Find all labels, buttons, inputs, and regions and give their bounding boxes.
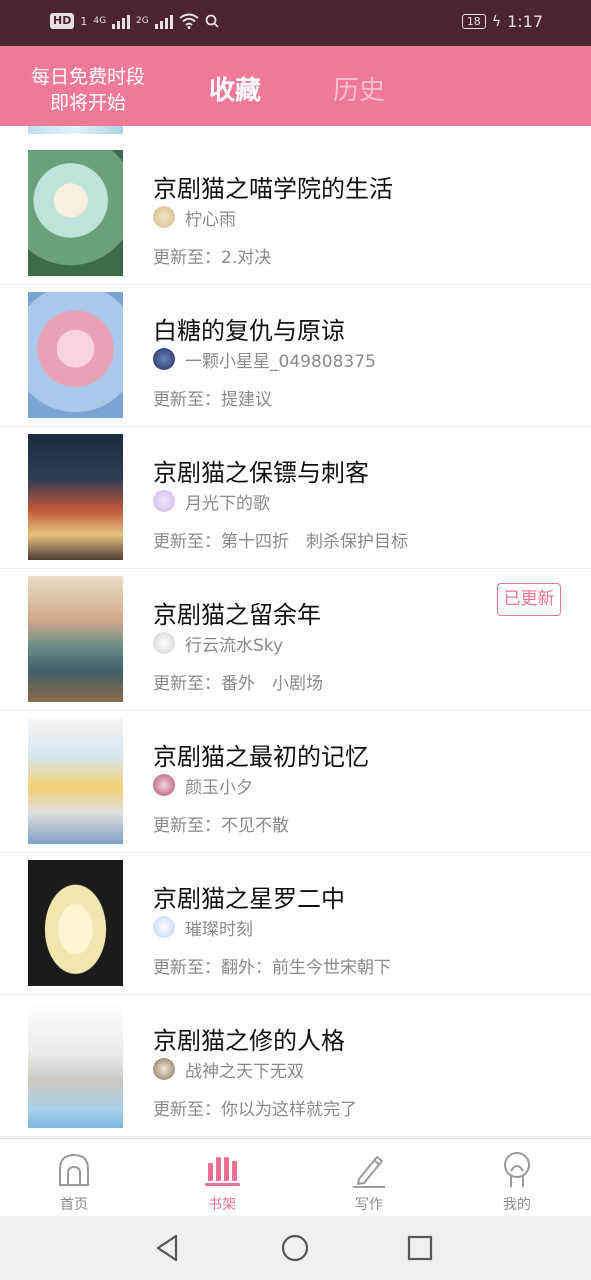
avatar (153, 916, 175, 938)
avatar (153, 774, 175, 796)
net2-label: 2G (136, 16, 149, 26)
search-icon (205, 14, 219, 28)
list-item[interactable]: 京剧猫之星罗二中 璀璨时刻 更新至：翻外：前生今世宋朝下 (0, 852, 591, 995)
avatar (153, 632, 175, 654)
cover-image (28, 126, 123, 134)
wifi-icon (179, 13, 199, 29)
avatar (153, 1058, 175, 1080)
pencil-icon (353, 1156, 385, 1188)
net1-label: 4G (93, 16, 107, 26)
promo-line2: 即将开始 (49, 92, 126, 114)
nav-write[interactable]: 写作 (319, 1139, 419, 1217)
list-item[interactable]: 京剧猫之留余年 行云流水Sky 更新至：番外 小剧场 已更新 (0, 568, 591, 711)
recents-icon[interactable] (404, 1232, 436, 1264)
item-update: 更新至：第十四折 刺杀保护目标 (153, 532, 408, 552)
list-item[interactable]: 京剧猫之修的人格 战神之天下无双 更新至：你以为这样就完了 (0, 994, 591, 1137)
signal-icon (112, 14, 131, 29)
cover-image (28, 1002, 123, 1128)
item-author: 月光下的歌 (153, 489, 270, 514)
nav-bookshelf[interactable]: 书架 (172, 1139, 272, 1217)
item-author: 战神之天下无双 (153, 1057, 304, 1082)
author-name: 行云流水Sky (185, 635, 284, 656)
avatar (153, 348, 175, 370)
item-update: 更新至：提建议 (153, 390, 272, 410)
item-update: 更新至：你以为这样就完了 (153, 1100, 357, 1120)
item-title: 京剧猫之保镖与刺客 (153, 459, 369, 487)
item-author: 璀璨时刻 (153, 915, 253, 940)
item-title: 白糖的复仇与原谅 (153, 317, 345, 345)
signal-icon (154, 14, 173, 29)
item-title: 京剧猫之留余年 (153, 601, 321, 629)
item-author: 柠心雨 (153, 205, 236, 230)
charging-icon: ϟ (491, 13, 502, 30)
profile-icon (504, 1152, 530, 1187)
updated-badge: 已更新 (497, 583, 561, 616)
list-item[interactable]: 京剧猫之喵学院的生活 柠心雨 更新至：2.对决 (0, 142, 591, 285)
promo-line1: 每日免费时段 (30, 66, 145, 88)
author-name: 柠心雨 (185, 209, 236, 230)
home-circle-icon[interactable] (279, 1232, 311, 1264)
author-name: 月光下的歌 (185, 493, 270, 514)
list-item[interactable]: 白糖的复仇与原谅 一颗小星星_049808375 更新至：提建议 (0, 284, 591, 427)
header-bar: 每日免费时段 即将开始 收藏 历史 (0, 46, 591, 126)
item-author: 行云流水Sky (153, 631, 284, 656)
avatar (153, 490, 175, 512)
cover-image (28, 434, 123, 560)
item-author: 一颗小星星_049808375 (153, 347, 376, 372)
status-bar: HD 1 4G 2G 18 ϟ 1:17 (0, 0, 591, 46)
system-nav-bar (0, 1216, 591, 1280)
author-name: 一颗小星星_049808375 (185, 351, 376, 372)
back-icon[interactable] (152, 1232, 184, 1264)
item-title: 京剧猫之星罗二中 (153, 885, 345, 913)
nav-mine-label: 我的 (503, 1197, 531, 1213)
tab-history[interactable]: 历史 (333, 70, 385, 107)
author-name: 颜玉小夕 (185, 777, 253, 798)
item-title: 京剧猫之修的人格 (153, 1027, 345, 1055)
cover-image (28, 576, 123, 702)
author-name: 璀璨时刻 (185, 919, 253, 940)
avatar (153, 206, 175, 228)
item-title: 京剧猫之喵学院的生活 (153, 175, 393, 203)
nav-home-label: 首页 (60, 1197, 88, 1213)
nav-bookshelf-label: 书架 (208, 1197, 236, 1213)
item-update: 更新至：2.对决 (153, 248, 272, 268)
bookshelf-icon (205, 1157, 240, 1186)
cover-image (28, 292, 123, 418)
home-icon (59, 1153, 89, 1186)
clock: 1:17 (507, 12, 543, 31)
item-update: 更新至：翻外：前生今世宋朝下 (153, 958, 391, 978)
hd-sub: 1 (80, 14, 88, 28)
item-update: 更新至：不见不散 (153, 816, 289, 836)
bottom-nav: 首页 书架 写作 我的 (0, 1138, 591, 1217)
list-item[interactable]: 京剧猫之最初的记忆 颜玉小夕 更新至：不见不散 (0, 710, 591, 853)
tab-favorites[interactable]: 收藏 (209, 70, 261, 107)
cover-image (28, 718, 123, 844)
item-author: 颜玉小夕 (153, 773, 253, 798)
nav-write-label: 写作 (355, 1197, 383, 1213)
battery-icon: 18 (461, 14, 486, 29)
item-title: 京剧猫之最初的记忆 (153, 743, 369, 771)
author-name: 战神之天下无双 (185, 1061, 304, 1082)
item-update: 更新至：番外 小剧场 (153, 674, 323, 694)
hd-badge: HD (50, 13, 75, 29)
nav-home[interactable]: 首页 (24, 1139, 124, 1217)
list-item[interactable]: 京剧猫之保镖与刺客 月光下的歌 更新至：第十四折 刺杀保护目标 (0, 426, 591, 569)
cover-image (28, 860, 123, 986)
free-period-promo[interactable]: 每日免费时段 即将开始 (22, 64, 154, 116)
favorites-list[interactable]: 京剧猫之喵学院的生活 柠心雨 更新至：2.对决 白糖的复仇与原谅 一颗小星星_0… (0, 126, 591, 1138)
nav-mine[interactable]: 我的 (467, 1139, 567, 1217)
cover-image (28, 150, 123, 276)
